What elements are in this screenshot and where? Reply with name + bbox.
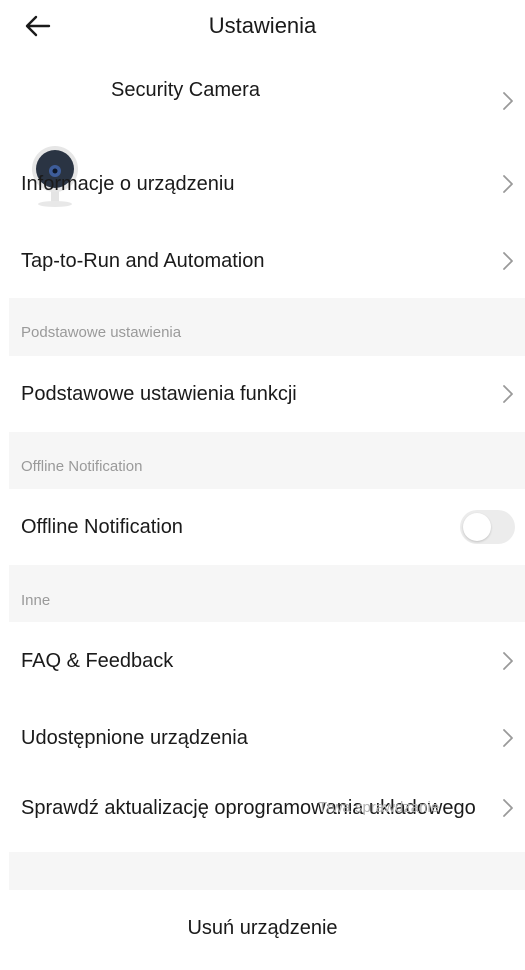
device-info-label: Informacje o urządzeniu [21, 173, 235, 195]
chevron-right-icon [503, 252, 513, 270]
basic-settings-row[interactable]: Podstawowe ustawienia funkcji [0, 364, 525, 426]
section-offline-notification: Offline Notification [9, 432, 525, 489]
offline-notification-toggle[interactable] [460, 510, 515, 544]
shared-devices-row[interactable]: Udostępnione urządzenia [0, 707, 525, 769]
device-row[interactable]: Security Camera [0, 66, 525, 207]
device-name: Security Camera [111, 79, 260, 101]
tap-to-run-label: Tap-to-Run and Automation [21, 250, 265, 272]
section-label: Inne [21, 592, 51, 609]
section-spacer [9, 852, 525, 890]
chevron-right-icon [503, 799, 513, 817]
faq-feedback-label: FAQ & Feedback [21, 650, 174, 672]
section-basic-settings: Podstawowe ustawienia [9, 298, 525, 356]
offline-notification-row: Offline Notification [0, 497, 525, 559]
chevron-right-icon [503, 729, 513, 747]
chevron-right-icon [503, 92, 513, 110]
toggle-knob [463, 513, 491, 541]
section-other: Inne [9, 565, 525, 622]
basic-settings-label: Podstawowe ustawienia funkcji [21, 383, 297, 405]
section-label: Podstawowe ustawienia [21, 324, 182, 341]
section-label: Offline Notification [21, 458, 143, 475]
firmware-status-text: Trwa sprawdzanie [318, 799, 440, 816]
faq-feedback-row[interactable]: FAQ & Feedback [0, 630, 525, 692]
chevron-right-icon [503, 385, 513, 403]
tap-to-run-row[interactable]: Tap-to-Run and Automation [0, 230, 525, 292]
shared-devices-label: Udostępnione urządzenia [21, 727, 248, 749]
firmware-update-row[interactable]: Sprawdź aktualizację oprogramowania ukła… [0, 778, 525, 840]
chevron-right-icon [503, 175, 513, 193]
offline-notification-label: Offline Notification [21, 516, 183, 538]
delete-device-label: Usuń urządzenie [187, 917, 338, 939]
device-info-row[interactable]: Informacje o urządzeniu [0, 154, 525, 216]
header-bar: Ustawienia [0, 0, 525, 52]
page-title: Ustawienia [208, 13, 317, 38]
chevron-right-icon [503, 652, 513, 670]
delete-device-button[interactable]: Usuń urządzenie [0, 892, 525, 968]
